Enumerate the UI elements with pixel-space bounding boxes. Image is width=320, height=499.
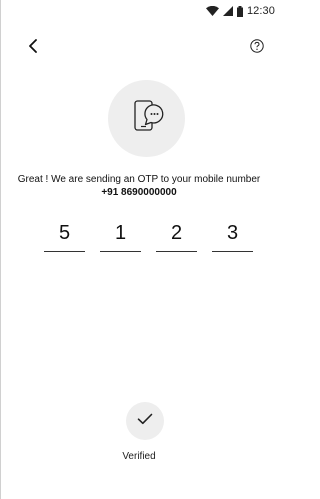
otp-digit-1[interactable]: 5 [44, 218, 85, 252]
status-time: 12:30 [246, 5, 275, 17]
otp-message-text: Great ! We are sending an OTP to your mo… [17, 174, 261, 185]
verified-badge [126, 402, 164, 440]
chevron-left-icon [28, 38, 38, 58]
back-button[interactable] [23, 38, 43, 58]
otp-screen: 12:30 Great ! We are sending an OTP to y… [0, 0, 277, 499]
otp-input-row: 5 1 2 3 [44, 218, 253, 252]
signal-icon [222, 6, 233, 16]
hero-illustration [108, 80, 185, 157]
battery-icon [236, 5, 243, 17]
help-button[interactable] [247, 38, 267, 58]
check-icon [137, 412, 153, 430]
phone-chat-bubble-icon [129, 98, 165, 139]
otp-digit-3[interactable]: 2 [156, 218, 197, 252]
top-bar [1, 34, 277, 62]
status-bar: 12:30 [1, 0, 277, 22]
verified-label: Verified [122, 451, 156, 462]
otp-message: Great ! We are sending an OTP to your mo… [1, 173, 277, 199]
wifi-icon [205, 6, 219, 16]
otp-digit-4[interactable]: 3 [212, 218, 253, 252]
help-circle-icon [250, 38, 264, 58]
phone-number: +91 8690000000 [101, 187, 177, 198]
otp-digit-2[interactable]: 1 [100, 218, 141, 252]
